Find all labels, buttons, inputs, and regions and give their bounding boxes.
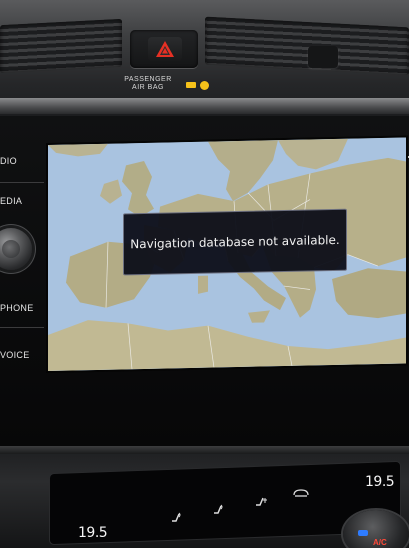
- side-separator: [0, 182, 44, 183]
- seat-heat-button[interactable]: [162, 510, 192, 524]
- vent-adjust-knob[interactable]: [308, 46, 338, 68]
- hazard-triangle-icon: [156, 41, 174, 57]
- driver-temperature[interactable]: 19.5: [78, 525, 108, 541]
- seat-heat-icon: [214, 504, 223, 514]
- air-vent-left: [0, 18, 122, 74]
- airbag-label-line1: PASSENGER: [124, 76, 172, 83]
- side-separator: [0, 327, 44, 328]
- recirculation-button[interactable]: [286, 486, 316, 500]
- infotainment-screen[interactable]: Navigation database not available.: [48, 137, 406, 371]
- ac-label[interactable]: A/C: [373, 538, 387, 547]
- airbag-label-line2: AIR BAG: [132, 84, 164, 91]
- seat-heat-button[interactable]: [204, 502, 234, 516]
- cold-indicator: [358, 530, 368, 536]
- seat-vent-icon: [256, 497, 267, 506]
- nav-error-message: Navigation database not available.: [130, 232, 340, 252]
- dashboard-trim: [0, 98, 409, 114]
- airbag-off-icon: [200, 80, 209, 90]
- airbag-on-lamp: [186, 82, 196, 88]
- seat-vent-button[interactable]: [246, 494, 276, 508]
- passenger-airbag-label: PASSENGER AIR BAG: [118, 76, 178, 92]
- side-button-phone[interactable]: PHONE: [0, 303, 34, 313]
- side-button-radio[interactable]: DIO: [0, 156, 17, 166]
- airbag-status-indicator: [186, 79, 234, 91]
- car-dashboard-scene: PASSENGER AIR BAG DIO EDIA PHONE VOICE N…: [0, 0, 409, 548]
- recirculation-icon: [293, 489, 309, 497]
- side-button-media[interactable]: EDIA: [0, 196, 22, 206]
- seat-heat-icon: [172, 512, 181, 522]
- side-button-voice[interactable]: VOICE: [0, 350, 30, 360]
- hazard-button[interactable]: [148, 37, 182, 61]
- console-edge: [0, 446, 409, 454]
- nav-error-dialog[interactable]: Navigation database not available.: [123, 208, 347, 276]
- passenger-temperature[interactable]: 19.5: [365, 474, 395, 490]
